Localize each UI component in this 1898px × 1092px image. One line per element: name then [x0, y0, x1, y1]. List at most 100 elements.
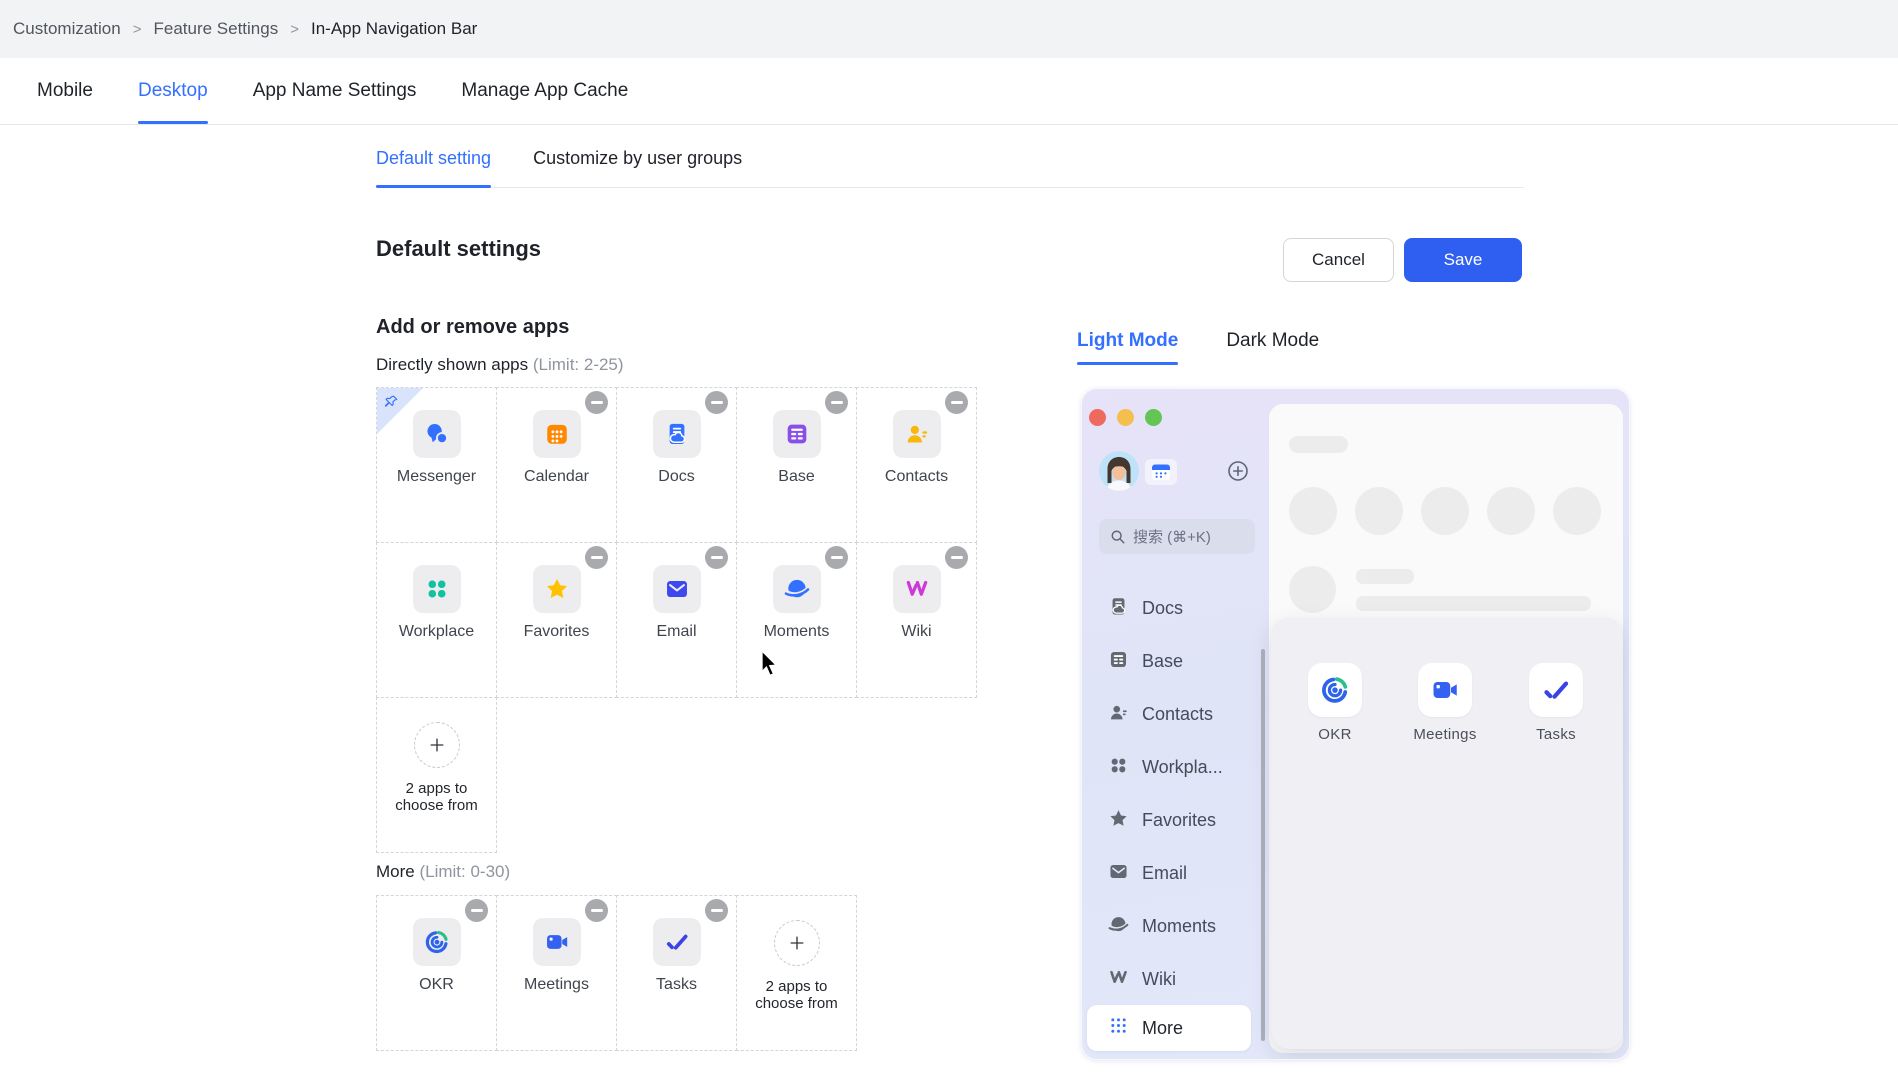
app-tile-base[interactable]: Base [736, 387, 857, 543]
navigation-preview-card: 搜索 (⌘+K) Docs Base Contacts Workpla... F… [1081, 388, 1630, 1060]
dots-grid-icon [1108, 1015, 1129, 1041]
content-skeleton-circle [1289, 566, 1336, 613]
content-skeleton-pill [1289, 436, 1348, 453]
add-apps-label: 2 apps to choose from [377, 780, 496, 814]
search-icon [1109, 528, 1126, 545]
moments-icon [773, 565, 821, 613]
content-skeleton-circle [1289, 487, 1337, 535]
tab-light-mode[interactable]: Light Mode [1077, 330, 1178, 365]
calendar-icon [533, 410, 581, 458]
app-tile-meetings[interactable]: Meetings [496, 895, 617, 1051]
app-name: Docs [619, 468, 734, 486]
remove-app-button[interactable] [465, 899, 488, 922]
pin-icon [383, 393, 400, 415]
tasks-icon [653, 918, 701, 966]
docs-icon [1108, 596, 1129, 622]
preview-nav-docs[interactable]: Docs [1082, 582, 1269, 635]
app-tile-docs[interactable]: Docs [616, 387, 737, 543]
okr-icon [413, 918, 461, 966]
app-name: Contacts [859, 468, 974, 486]
remove-app-button[interactable] [825, 546, 848, 569]
remove-app-button[interactable] [585, 899, 608, 922]
content-skeleton-circle [1487, 487, 1535, 535]
app-name: Messenger [379, 468, 494, 486]
app-tile-email[interactable]: Email [616, 542, 737, 698]
remove-app-button[interactable] [585, 546, 608, 569]
more-apps-label: More [376, 862, 415, 881]
popup-app-tasks[interactable]: Tasks [1506, 663, 1606, 743]
save-button[interactable]: Save [1404, 238, 1522, 282]
tab-desktop[interactable]: Desktop [138, 58, 208, 124]
subtab-customize-by-user-groups[interactable]: Customize by user groups [533, 148, 742, 187]
app-name: Calendar [499, 468, 614, 486]
app-tile-favorites[interactable]: Favorites [496, 542, 617, 698]
mini-calendar-icon[interactable] [1145, 459, 1177, 485]
app-tile-workplace[interactable]: Workplace [376, 542, 497, 698]
app-tile-contacts[interactable]: Contacts [856, 387, 977, 543]
preview-nav-more[interactable]: More [1087, 1005, 1251, 1051]
preview-mode-tabs: Light Mode Dark Mode [1077, 330, 1319, 365]
remove-app-button[interactable] [585, 391, 608, 414]
app-tile-okr[interactable]: OKR [376, 895, 497, 1051]
mouse-cursor [760, 650, 782, 685]
add-workspace-icon[interactable] [1226, 459, 1250, 483]
preview-nav-workplace[interactable]: Workpla... [1082, 741, 1269, 794]
preview-nav-favorites[interactable]: Favorites [1082, 794, 1269, 847]
preview-nav-contacts[interactable]: Contacts [1082, 688, 1269, 741]
add-apps-tile[interactable]: 2 apps to choose from [736, 895, 857, 1051]
moments-icon [1108, 914, 1129, 940]
tab-mobile[interactable]: Mobile [37, 58, 93, 124]
cancel-button[interactable]: Cancel [1283, 238, 1394, 282]
meetings-icon [533, 918, 581, 966]
avatar[interactable] [1099, 451, 1139, 491]
remove-app-button[interactable] [705, 546, 728, 569]
tab-manage-app-cache[interactable]: Manage App Cache [461, 58, 628, 124]
app-name: Meetings [499, 976, 614, 994]
popup-app-meetings[interactable]: Meetings [1395, 663, 1495, 743]
app-tile-tasks[interactable]: Tasks [616, 895, 737, 1051]
content-skeleton-bar [1356, 596, 1591, 611]
preview-nav-wiki[interactable]: Wiki [1082, 953, 1269, 1006]
preview-nav-base[interactable]: Base [1082, 635, 1269, 688]
app-name: Favorites [499, 623, 614, 641]
workplace-icon [413, 565, 461, 613]
tab-dark-mode[interactable]: Dark Mode [1226, 330, 1319, 365]
breadcrumb-separator: > [133, 21, 142, 38]
favorites-icon [1108, 808, 1129, 834]
remove-app-button[interactable] [945, 391, 968, 414]
favorites-icon [533, 565, 581, 613]
remove-app-button[interactable] [825, 391, 848, 414]
app-name: Base [739, 468, 854, 486]
app-tile-messenger[interactable]: Messenger [376, 387, 497, 543]
popup-app-okr[interactable]: OKR [1285, 663, 1385, 743]
breadcrumb-customization[interactable]: Customization [13, 19, 121, 39]
preview-nav-moments[interactable]: Moments [1082, 900, 1269, 953]
messenger-icon [413, 410, 461, 458]
preview-nav-email[interactable]: Email [1082, 847, 1269, 900]
tab-app-name-settings[interactable]: App Name Settings [253, 58, 417, 124]
plus-icon [414, 722, 460, 768]
preview-sidebar-nav: Docs Base Contacts Workpla... Favorites … [1082, 582, 1269, 1006]
remove-app-button[interactable] [945, 546, 968, 569]
directly-apps-grid: Messenger Calendar Docs Base Contacts Wo… [377, 388, 977, 853]
contacts-icon [893, 410, 941, 458]
meetings-icon [1418, 663, 1472, 717]
breadcrumb-feature-settings[interactable]: Feature Settings [153, 19, 278, 39]
preview-scrollbar[interactable] [1261, 649, 1265, 1041]
app-tile-moments[interactable]: Moments [736, 542, 857, 698]
search-input[interactable]: 搜索 (⌘+K) [1099, 519, 1255, 554]
app-tile-calendar[interactable]: Calendar [496, 387, 617, 543]
app-tile-wiki[interactable]: Wiki [856, 542, 977, 698]
top-tabbar: Mobile Desktop App Name Settings Manage … [0, 58, 1898, 125]
add-apps-tile[interactable]: 2 apps to choose from [376, 697, 497, 853]
app-name: Tasks [619, 976, 734, 994]
remove-app-button[interactable] [705, 899, 728, 922]
content-skeleton-circle [1421, 487, 1469, 535]
content-skeleton-bar [1356, 569, 1414, 584]
setting-subtabs: Default setting Customize by user groups [376, 148, 1524, 188]
remove-app-button[interactable] [705, 391, 728, 414]
workplace-icon [1108, 755, 1129, 781]
email-icon [653, 565, 701, 613]
subtab-default-setting[interactable]: Default setting [376, 148, 491, 187]
breadcrumb-current-page: In-App Navigation Bar [311, 19, 477, 39]
